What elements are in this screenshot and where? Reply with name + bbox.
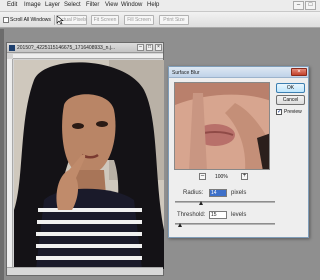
preview-image [175, 83, 269, 169]
photoshop-document-icon [9, 45, 15, 51]
document-title: 20150?_4225115146675_1716408933_n.j... [17, 45, 116, 51]
doc-maximize-button[interactable]: □ [146, 44, 153, 51]
zoom-level: 100% [215, 174, 228, 180]
surface-blur-dialog: Surface Blur × – 100% + OK Cancel ✓ Prev… [168, 66, 309, 238]
zoom-controls: – 100% + [189, 173, 259, 182]
menu-help[interactable]: Help [147, 2, 159, 8]
menu-bar: Edit Image Layer Select Filter View Wind… [0, 0, 320, 12]
preview-checkbox[interactable]: ✓ [276, 109, 282, 115]
menu-window[interactable]: Window [121, 2, 142, 8]
threshold-unit: levels [231, 212, 247, 218]
app-restore-button[interactable]: □ [305, 1, 316, 10]
mouse-cursor-icon [56, 15, 64, 25]
menu-layer[interactable]: Layer [45, 2, 60, 8]
document-titlebar[interactable]: 20150?_4225115146675_1716408933_n.j... –… [7, 43, 163, 53]
zoom-out-button[interactable]: – [199, 173, 206, 180]
radius-slider-track[interactable] [175, 201, 275, 203]
scroll-all-windows-checkbox[interactable] [3, 17, 9, 23]
vertical-ruler [7, 59, 13, 267]
threshold-input[interactable]: 15 [209, 211, 227, 219]
zoom-in-button[interactable]: + [241, 173, 248, 180]
menu-select[interactable]: Select [64, 2, 81, 8]
radius-label: Radius: [183, 190, 204, 196]
menu-edit[interactable]: Edit [7, 2, 17, 8]
cancel-button[interactable]: Cancel [276, 95, 305, 105]
canvas-photo[interactable] [14, 60, 164, 269]
threshold-label: Threshold: [177, 212, 206, 218]
radius-unit: pixels [231, 190, 247, 196]
preview-label: Preview [284, 109, 302, 115]
horizontal-ruler [13, 54, 163, 59]
document-statusbar [7, 267, 163, 275]
portrait-photo-image [14, 60, 164, 269]
threshold-slider-thumb[interactable] [178, 223, 182, 228]
threshold-slider-track[interactable] [175, 223, 275, 225]
scroll-all-windows-label: Scroll All Windows [10, 17, 51, 23]
radius-input[interactable]: 14 [209, 189, 227, 197]
doc-minimize-button[interactable]: – [137, 44, 144, 51]
options-bar: Scroll All Windows Actual Pixels Fit Scr… [0, 12, 320, 28]
filter-preview[interactable] [174, 82, 270, 170]
print-size-button[interactable]: Print Size [159, 15, 189, 25]
radius-slider-thumb[interactable] [199, 201, 203, 206]
fit-screen-button[interactable]: Fit Screen [91, 15, 119, 25]
dialog-close-button[interactable]: × [291, 68, 307, 76]
dialog-title: Surface Blur [172, 70, 200, 76]
document-window: 20150?_4225115146675_1716408933_n.j... –… [6, 42, 164, 276]
ok-button[interactable]: OK [276, 83, 305, 93]
fill-screen-button[interactable]: Fill Screen [124, 15, 154, 25]
menu-filter[interactable]: Filter [86, 2, 99, 8]
app-minimize-button[interactable]: – [293, 1, 304, 10]
dialog-titlebar[interactable]: Surface Blur × [169, 67, 308, 78]
doc-close-button[interactable]: × [155, 44, 162, 51]
options-separator [54, 15, 55, 25]
tools-panel-edge [0, 29, 4, 280]
menu-view[interactable]: View [105, 2, 118, 8]
menu-image[interactable]: Image [24, 2, 41, 8]
